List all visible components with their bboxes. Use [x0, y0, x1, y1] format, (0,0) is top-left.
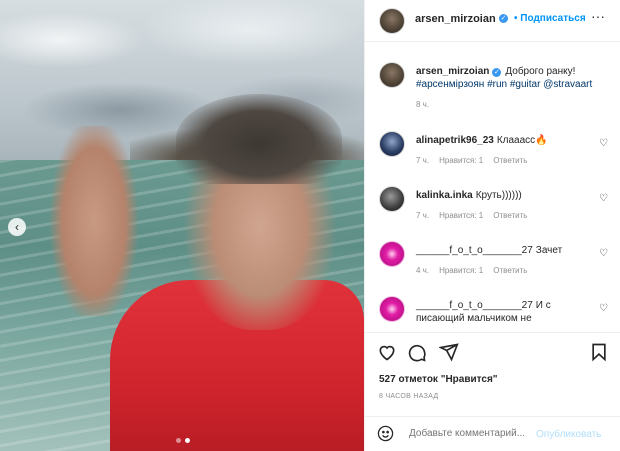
- carousel-dot-active: [185, 438, 190, 443]
- publish-button[interactable]: Опубликовать: [536, 429, 601, 440]
- comment-text: kalinka.inka Круть)))))): [416, 189, 596, 202]
- comment-avatar[interactable]: [379, 241, 405, 267]
- comment-time: 7 ч.: [416, 211, 430, 220]
- likes-count[interactable]: 527 отметок "Нравится": [379, 374, 498, 385]
- caption-hashtags[interactable]: #арсенмірзоян #run #guitar @stravaart: [416, 79, 592, 90]
- verified-icon: ✓: [499, 14, 508, 23]
- caption-username[interactable]: arsen_mirzoian: [416, 66, 489, 77]
- comment-reply-button[interactable]: Ответить: [493, 156, 527, 165]
- comment-text: ______f_o_t_o_______27 И с писающий мальч…: [416, 299, 586, 325]
- comment-likes[interactable]: Нравится: 1: [439, 211, 483, 220]
- comment-username[interactable]: ______f_o_t_o_______27: [416, 300, 533, 311]
- comment-body: Клааасс🔥: [496, 135, 548, 146]
- add-comment-bar: Опубликовать: [365, 416, 620, 451]
- comment-time: 7 ч.: [416, 156, 430, 165]
- caption-meta: 8 ч.: [416, 100, 439, 109]
- send-icon[interactable]: [439, 342, 459, 362]
- caption-avatar[interactable]: [379, 62, 405, 88]
- comment-time: 4 ч.: [416, 266, 430, 275]
- comment-icon[interactable]: [407, 342, 427, 362]
- more-options-icon[interactable]: ···: [591, 8, 605, 24]
- comment-reply-button[interactable]: Ответить: [493, 211, 527, 220]
- post-header: arsen_mirzoian ✓ • Подписаться ···: [365, 0, 620, 42]
- author-username[interactable]: arsen_mirzoian: [415, 13, 496, 25]
- author-avatar[interactable]: [379, 8, 405, 34]
- chevron-left-icon: ‹: [15, 220, 19, 234]
- comment-meta: 4 ч. Нравится: 1 Ответить: [416, 266, 537, 275]
- post-timestamp: 8 ЧАСОВ НАЗАД: [379, 393, 439, 400]
- comment-input[interactable]: [409, 428, 537, 439]
- comment-like-heart-icon[interactable]: ♡: [599, 248, 608, 259]
- comment-meta: 7 ч. Нравится: 1 Ответить: [416, 156, 537, 165]
- heart-icon[interactable]: [377, 342, 397, 362]
- follow-bullet: •: [514, 13, 518, 24]
- carousel-prev-button[interactable]: ‹: [8, 218, 26, 236]
- comment-body: Круть)))))): [475, 190, 522, 201]
- comment-meta: 7 ч. Нравится: 1 Ответить: [416, 211, 537, 220]
- comment-avatar[interactable]: [379, 186, 405, 212]
- post-photo[interactable]: ‹: [0, 0, 364, 451]
- verified-icon: ✓: [492, 68, 502, 77]
- caption-time: 8 ч.: [416, 100, 430, 109]
- follow-button[interactable]: • Подписаться: [514, 13, 586, 24]
- post-actions: 527 отметок "Нравится" 8 ЧАСОВ НАЗАД: [365, 332, 620, 416]
- comments-list[interactable]: arsen_mirzoian ✓ Доброго ранку! #арсенмірз…: [365, 42, 620, 332]
- comment-like-heart-icon[interactable]: ♡: [599, 193, 608, 204]
- bookmark-icon[interactable]: [589, 342, 609, 362]
- carousel-dots: [176, 438, 190, 443]
- comment-text: alinapetrik96_23 Клааасс🔥: [416, 134, 596, 147]
- comment-body: Зачет: [535, 245, 563, 256]
- comment-likes[interactable]: Нравится: 1: [439, 156, 483, 165]
- post-sidebar: arsen_mirzoian ✓ • Подписаться ··· arsen…: [364, 0, 620, 451]
- emoji-icon[interactable]: [377, 425, 394, 442]
- comment-avatar[interactable]: [379, 296, 405, 322]
- caption-body: Доброго ранку!: [505, 66, 576, 77]
- comment-likes[interactable]: Нравится: 1: [439, 266, 483, 275]
- photo-hair: [176, 94, 342, 184]
- caption-text: arsen_mirzoian ✓ Доброго ранку! #арсенмірз…: [416, 65, 596, 91]
- comment-reply-button[interactable]: Ответить: [493, 266, 527, 275]
- comment-avatar[interactable]: [379, 131, 405, 157]
- photo-hand: [44, 126, 144, 316]
- comment-username[interactable]: alinapetrik96_23: [416, 135, 494, 146]
- comment-like-heart-icon[interactable]: ♡: [599, 303, 608, 314]
- follow-label: Подписаться: [520, 13, 586, 24]
- comment-username[interactable]: ______f_o_t_o_______27: [416, 245, 533, 256]
- carousel-dot: [176, 438, 181, 443]
- comment-like-heart-icon[interactable]: ♡: [599, 138, 608, 149]
- comment-text: ______f_o_t_o_______27 Зачет: [416, 244, 596, 257]
- comment-username[interactable]: kalinka.inka: [416, 190, 473, 201]
- action-icons: [377, 342, 609, 362]
